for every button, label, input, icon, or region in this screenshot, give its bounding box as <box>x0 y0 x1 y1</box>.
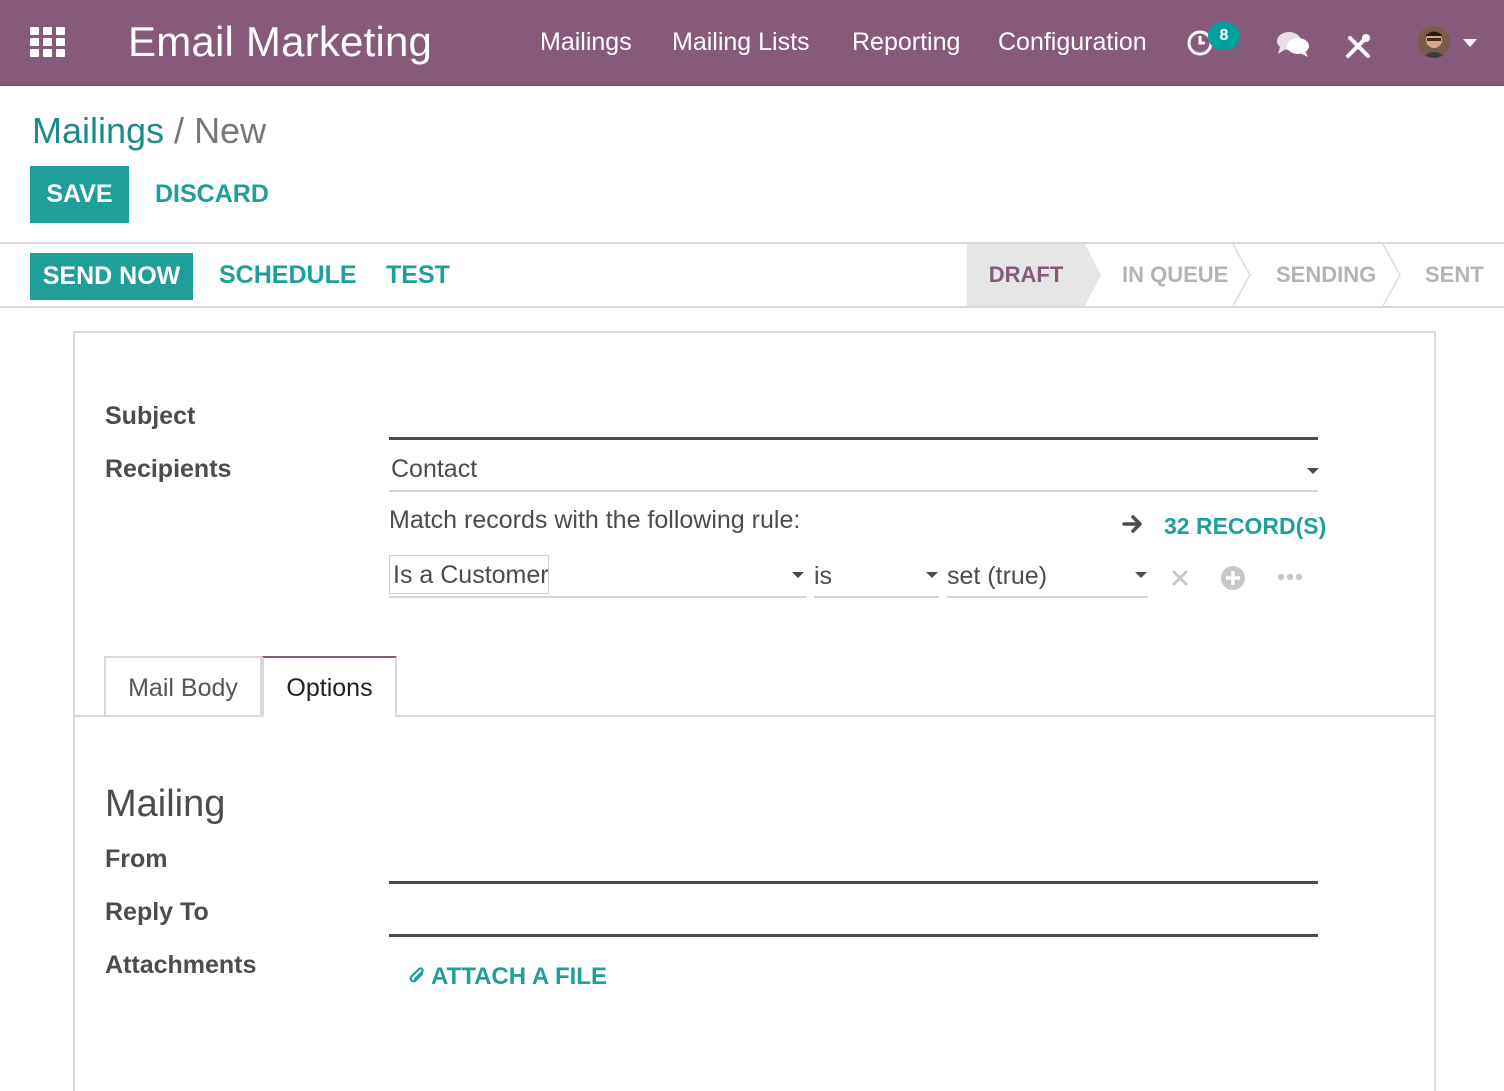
breadcrumb: Mailings / New <box>32 110 266 152</box>
apps-grid-icon[interactable] <box>30 27 66 57</box>
tab-options[interactable]: Options <box>262 656 397 718</box>
mailing-section-title: Mailing <box>105 783 226 825</box>
from-label: From <box>105 845 168 873</box>
chat-icon[interactable] <box>1276 30 1310 58</box>
chevron-down-icon <box>792 572 804 578</box>
chevron-down-icon <box>1135 572 1147 578</box>
statusbar: SEND NOW SCHEDULE TEST DRAFT IN QUEUE SE… <box>0 242 1504 308</box>
discard-button[interactable]: DISCARD <box>155 180 269 209</box>
rule-description: Match records with the following rule: <box>389 506 801 534</box>
stage-in-queue[interactable]: IN QUEUE <box>1122 244 1228 306</box>
menu-item-mailings[interactable]: Mailings <box>540 28 632 57</box>
delete-rule-icon[interactable] <box>1172 570 1188 586</box>
user-avatar[interactable] <box>1418 26 1450 58</box>
send-now-button[interactable]: SEND NOW <box>30 253 193 300</box>
schedule-button[interactable]: SCHEDULE <box>219 261 357 290</box>
attachments-label: Attachments <box>105 951 257 979</box>
stage-arrow-active <box>1085 244 1101 306</box>
menu-item-reporting[interactable]: Reporting <box>852 28 960 57</box>
add-rule-icon[interactable] <box>1220 565 1246 591</box>
reply-to-label: Reply To <box>105 898 209 926</box>
stage-sending[interactable]: SENDING <box>1276 244 1376 306</box>
breadcrumb-parent-link[interactable]: Mailings <box>32 110 164 151</box>
subject-label: Subject <box>105 402 196 430</box>
attach-file-button[interactable]: ATTACH A FILE <box>407 962 607 991</box>
more-options-icon[interactable] <box>1277 572 1303 582</box>
tools-icon[interactable] <box>1344 32 1372 60</box>
stage-divider <box>1382 244 1401 306</box>
recipients-value: Contact <box>391 455 478 483</box>
paperclip-icon <box>409 967 424 983</box>
activity-count-badge: 8 <box>1208 22 1240 50</box>
breadcrumb-separator: / <box>174 110 185 151</box>
stage-divider <box>1232 244 1251 306</box>
records-count-link[interactable]: 32 RECORD(S) <box>1164 513 1326 540</box>
menu-item-configuration[interactable]: Configuration <box>998 28 1147 57</box>
tab-mail-body[interactable]: Mail Body <box>104 656 262 716</box>
test-button[interactable]: TEST <box>386 261 450 290</box>
breadcrumb-current: New <box>194 110 267 151</box>
save-button[interactable]: SAVE <box>30 166 129 223</box>
subject-input[interactable] <box>389 392 1318 440</box>
rule-operator-select[interactable]: is <box>814 558 939 598</box>
menu-item-mailing-lists[interactable]: Mailing Lists <box>672 28 810 57</box>
chevron-down-icon <box>926 572 938 578</box>
top-navbar: Email Marketing Mailings Mailing Lists R… <box>0 0 1504 86</box>
rule-value-select[interactable]: set (true) <box>947 558 1148 598</box>
arrow-right-icon <box>1122 515 1142 533</box>
recipients-select[interactable]: Contact <box>389 455 1319 492</box>
app-title: Email Marketing <box>128 18 433 65</box>
rule-field-value: Is a Customer <box>393 561 549 589</box>
chevron-down-icon[interactable] <box>1462 38 1478 48</box>
stage-draft[interactable]: DRAFT <box>967 244 1085 306</box>
attach-file-label: ATTACH A FILE <box>431 963 607 990</box>
rule-operator-value: is <box>814 562 833 590</box>
from-input[interactable] <box>389 838 1318 884</box>
reply-to-input[interactable] <box>389 891 1318 937</box>
chevron-down-icon <box>1307 468 1319 474</box>
stage-sent[interactable]: SENT <box>1425 244 1484 306</box>
rule-value-value: set (true) <box>947 562 1048 590</box>
recipients-label: Recipients <box>105 455 232 483</box>
